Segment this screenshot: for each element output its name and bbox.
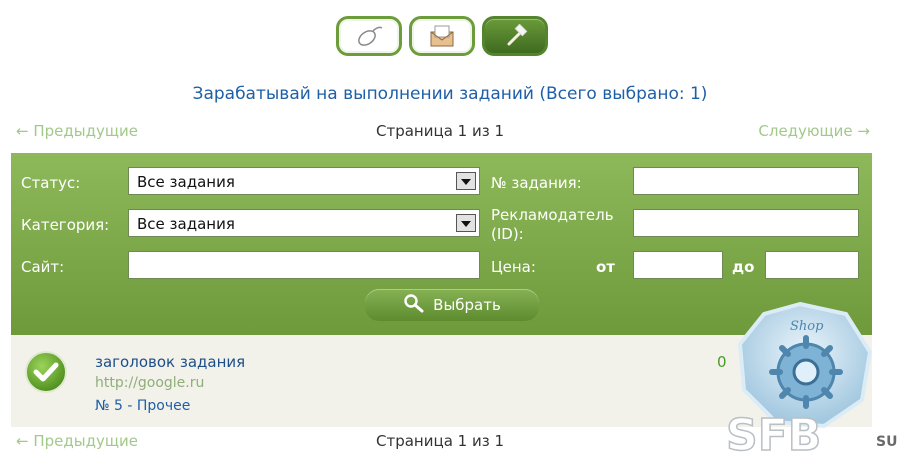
- advertiser-id-input[interactable]: [633, 209, 859, 237]
- task-title-link[interactable]: заголовок задания: [95, 353, 245, 371]
- category-select-value: Все задания: [137, 215, 235, 233]
- status-label: Статус:: [21, 174, 81, 192]
- pager-top: ← Предыдущие Страница 1 из 1 Следующие →: [16, 122, 870, 142]
- task-meta-link[interactable]: № 5 - Прочее: [95, 398, 190, 414]
- dropdown-arrow-icon: [456, 172, 476, 190]
- prev-page-link[interactable]: ← Предыдущие: [16, 432, 138, 450]
- price-to-input[interactable]: [765, 251, 859, 279]
- price-from-input[interactable]: [633, 251, 723, 279]
- advertiser-label-line2: (ID):: [491, 225, 524, 243]
- prev-page-link[interactable]: ← Предыдущие: [16, 122, 138, 140]
- envelope-icon: [425, 23, 459, 49]
- checkmark-icon: [23, 349, 69, 399]
- price-label: Цена:: [491, 258, 536, 276]
- task-url: http://google.ru: [95, 375, 205, 391]
- submit-filter-label: Выбрать: [433, 296, 501, 314]
- task-type-tabs: [336, 16, 548, 56]
- tab-tools-tasks[interactable]: [482, 16, 548, 56]
- dropdown-arrow-icon: [456, 214, 476, 232]
- task-number-label: № задания:: [491, 174, 582, 192]
- site-label: Сайт:: [21, 258, 65, 276]
- tab-mail-tasks[interactable]: [409, 16, 475, 56]
- search-icon: [403, 293, 425, 317]
- page-info: Страница 1 из 1: [376, 432, 504, 450]
- advertiser-label-line1: Рекламодатель: [491, 206, 614, 224]
- watermark-shop-text: Shop: [790, 319, 824, 334]
- page-title: Зарабатывай на выполнении заданий (Всего…: [192, 84, 708, 104]
- hammer-icon: [498, 23, 532, 49]
- watermark-suffix-text: SU: [876, 434, 897, 450]
- site-input[interactable]: [128, 251, 480, 279]
- category-select[interactable]: Все задания: [128, 209, 480, 237]
- task-number-input[interactable]: [633, 167, 859, 195]
- price-from-label: от: [596, 258, 615, 276]
- status-select-value: Все задания: [137, 173, 235, 191]
- mouse-icon: [352, 23, 386, 49]
- watermark-badge: Shop SFB SU: [720, 300, 918, 472]
- submit-filter-button[interactable]: Выбрать: [365, 289, 539, 321]
- price-to-label: до: [732, 258, 755, 276]
- next-page-link[interactable]: Следующие →: [758, 122, 870, 140]
- tab-mouse-tasks[interactable]: [336, 16, 402, 56]
- status-select[interactable]: Все задания: [128, 167, 480, 195]
- category-label: Категория:: [21, 216, 110, 234]
- watermark-brand-text: SFB: [726, 410, 821, 461]
- page-info: Страница 1 из 1: [376, 122, 504, 140]
